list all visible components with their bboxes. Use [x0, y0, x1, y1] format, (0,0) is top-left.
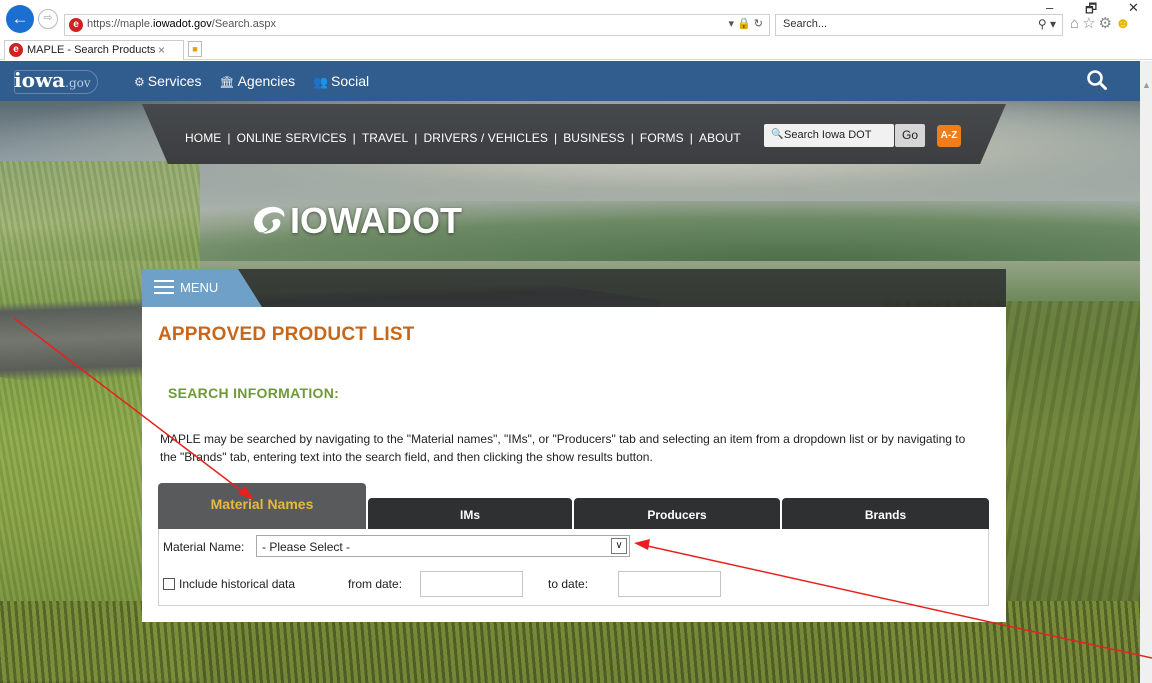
historical-data-checkbox[interactable]: [163, 578, 175, 590]
material-name-selected-value: - Please Select -: [262, 540, 351, 554]
feedback-smiley-icon[interactable]: ☻: [1115, 15, 1134, 32]
site-favicon-icon: e: [9, 43, 23, 57]
new-tab-icon[interactable]: ■: [188, 41, 202, 57]
home-icon[interactable]: ⌂: [1070, 15, 1082, 32]
services-gears-icon: ⚙: [134, 75, 145, 89]
site-favicon-icon: e: [69, 18, 83, 32]
page-scrollbar[interactable]: [1140, 61, 1152, 683]
iowa-gov-links: ⚙ Services 🏛 Agencies 👥 Social: [134, 73, 383, 89]
agencies-link[interactable]: 🏛 Agencies: [219, 73, 295, 89]
nav-home[interactable]: HOME: [185, 131, 221, 145]
close-tab-icon[interactable]: ×: [158, 43, 165, 57]
browser-tab-title: MAPLE - Search Products: [27, 44, 156, 56]
search-icon[interactable]: ⚲ ▾: [1038, 17, 1056, 31]
nav-travel[interactable]: TRAVEL: [362, 131, 408, 145]
social-link[interactable]: 👥 Social: [313, 73, 369, 89]
from-date-label: from date:: [348, 577, 403, 591]
nav-forms[interactable]: FORMS: [640, 131, 684, 145]
search-icon: 🔍: [771, 129, 784, 140]
hamburger-menu-icon[interactable]: [154, 280, 174, 298]
scroll-up-arrow-icon[interactable]: ▲: [1142, 80, 1151, 90]
tab-brands[interactable]: Brands: [782, 498, 989, 529]
minimize-window-icon[interactable]: –: [1046, 0, 1053, 15]
nav-online-services[interactable]: ONLINE SERVICES: [237, 131, 347, 145]
close-window-icon[interactable]: ✕: [1128, 0, 1139, 16]
nav-business[interactable]: BUSINESS: [563, 131, 625, 145]
historical-data-label[interactable]: Include historical data: [179, 577, 295, 591]
menu-bar: [142, 269, 1006, 307]
nav-about[interactable]: ABOUT: [699, 131, 741, 145]
iowa-gov-bar: iowa.gov ⚙ Services 🏛 Agencies 👥 Social: [0, 61, 1140, 101]
to-date-input[interactable]: [618, 571, 721, 597]
search-description: MAPLE may be searched by navigating to t…: [160, 432, 966, 464]
restore-window-icon[interactable]: 🗗: [1085, 0, 1097, 22]
page-title: APPROVED PRODUCT LIST: [158, 324, 415, 345]
search-icon[interactable]: [1086, 69, 1108, 91]
dot-search-input[interactable]: 🔍 Search Iowa DOT: [764, 124, 894, 147]
tab-material-names-label[interactable]: Material Names: [158, 496, 366, 512]
address-controls[interactable]: ▾ 🔒 ↻: [728, 17, 763, 30]
nav-drivers-vehicles[interactable]: DRIVERS / VEHICLES: [423, 131, 548, 145]
dot-main-nav: HOME | ONLINE SERVICES | TRAVEL | DRIVERS / VE…: [185, 131, 741, 145]
social-people-icon: 👥: [313, 75, 329, 89]
forward-arrow-icon[interactable]: ⇨: [38, 9, 58, 29]
iowa-gov-logo[interactable]: iowa.gov: [14, 68, 98, 94]
browser-toolbar-icons: ⌂☆⚙☻: [1070, 14, 1134, 32]
iowa-dot-swoosh-icon: [254, 206, 285, 234]
tab-producers[interactable]: Producers: [574, 498, 780, 529]
services-link[interactable]: ⚙ Services: [134, 73, 201, 89]
iowa-dot-logo[interactable]: IOWADOT: [250, 200, 462, 242]
browser-search-placeholder: Search...: [783, 18, 828, 30]
settings-gear-icon[interactable]: ⚙: [1099, 15, 1115, 32]
material-name-label: Material Name:: [163, 540, 245, 554]
tab-ims[interactable]: IMs: [368, 498, 572, 529]
from-date-input[interactable]: [420, 571, 523, 597]
browser-tab[interactable]: e MAPLE - Search Products ×: [4, 40, 184, 60]
chevron-down-icon[interactable]: ∨: [611, 538, 627, 554]
menu-label[interactable]: MENU: [180, 280, 218, 295]
material-name-select[interactable]: - Please Select - ∨: [256, 535, 630, 557]
dot-search-placeholder: Search Iowa DOT: [784, 129, 872, 141]
back-arrow-icon[interactable]: ←: [6, 5, 34, 33]
a-z-index-button[interactable]: A-Z: [937, 125, 961, 147]
section-title: SEARCH INFORMATION:: [168, 385, 340, 401]
agencies-building-icon: 🏛: [219, 75, 235, 89]
dot-search-go-button[interactable]: Go: [895, 124, 925, 147]
browser-search-box[interactable]: Search... ⚲ ▾: [775, 14, 1063, 36]
address-bar[interactable]: e https://maple.iowadot.gov/Search.aspx …: [64, 14, 770, 36]
url-text: https://maple.iowadot.gov/Search.aspx: [87, 18, 276, 30]
to-date-label: to date:: [548, 577, 589, 591]
browser-tab-strip: e MAPLE - Search Products × ■: [0, 38, 1152, 60]
browser-toolbar: ← ⇨ e https://maple.iowadot.gov/Search.a…: [0, 0, 1152, 38]
